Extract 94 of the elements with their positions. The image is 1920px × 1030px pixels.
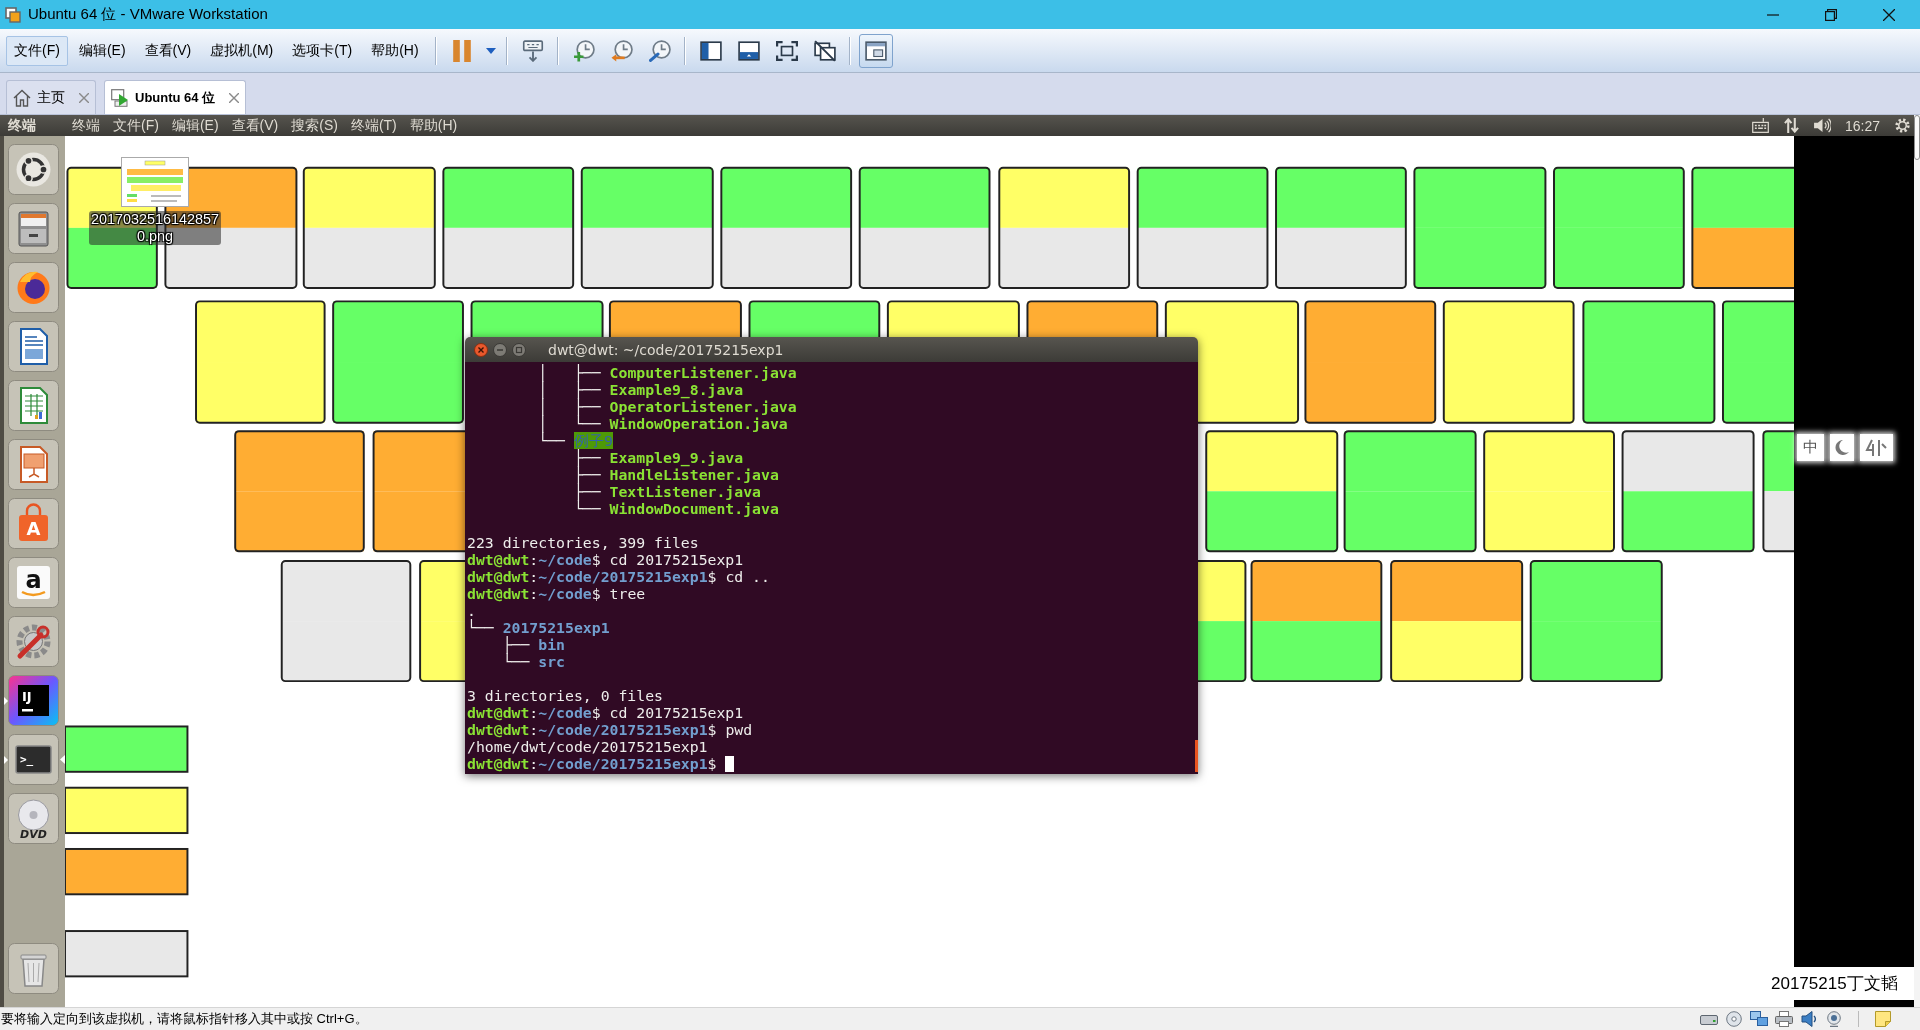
- terminal-title: dwt@dwt: ~/code/20175215exp1: [548, 341, 784, 358]
- terminal-line: dwt@dwt:~/code/20175215exp1$ cd ..: [467, 568, 770, 585]
- scrollbar-thumb[interactable]: [1914, 115, 1920, 160]
- close-icon: [229, 92, 240, 103]
- symbol-icon[interactable]: [1860, 434, 1893, 461]
- up-down-arrows-icon[interactable]: [1782, 118, 1800, 133]
- close-tab-button[interactable]: [79, 92, 89, 103]
- spreadsheet-icon[interactable]: [8, 380, 59, 431]
- speaker-icon[interactable]: [1800, 1011, 1818, 1027]
- fullscreen-icon: [775, 39, 798, 62]
- app-name: 终端: [8, 116, 36, 135]
- close-tab-button[interactable]: [229, 92, 240, 103]
- webcam-icon[interactable]: [1825, 1011, 1843, 1027]
- scrollbar-thumb[interactable]: [1195, 740, 1198, 772]
- circle-logo-icon[interactable]: [8, 144, 59, 195]
- terminal-line: ├── TextListener.java: [573, 483, 761, 500]
- terminal-line: └── WindowDocument.java: [573, 500, 779, 517]
- terminal-line: │ ├── ComputerListener.java: [538, 364, 797, 381]
- name-label: 20175215丁文韬: [1768, 967, 1914, 1000]
- close-icon: [79, 92, 89, 103]
- restore-icon: [1825, 8, 1837, 21]
- moon-icon[interactable]: [1830, 434, 1854, 461]
- menu-item[interactable]: 帮助(H): [409, 116, 458, 135]
- image-thumbnail[interactable]: [121, 157, 189, 207]
- minimize-icon[interactable]: [493, 342, 507, 357]
- status-message: 要将输入定向到该虚拟机，请将鼠标指针移入其中或按 Ctrl+G。: [1, 1010, 368, 1028]
- menu-item[interactable]: 查看(V): [136, 35, 200, 66]
- caret-icon: [485, 47, 496, 54]
- tab[interactable]: Ubuntu 64 位: [104, 80, 247, 114]
- menu-item[interactable]: 文件(F): [6, 35, 68, 66]
- terminal-line: 223 directories, 399 files: [467, 534, 699, 551]
- terminal-line: │ └── WindowOperation.java: [538, 415, 788, 432]
- bottom-panel-icon: [737, 39, 760, 62]
- terminal-line: dwt@dwt:~/code/20175215exp1$: [467, 755, 717, 772]
- keyboard-icon[interactable]: [1751, 118, 1769, 133]
- terminal-line: ├── HandleListener.java: [573, 466, 779, 483]
- terminal-line: │ ├── OperatorListener.java: [538, 398, 797, 415]
- gear-icon[interactable]: [1894, 118, 1911, 133]
- drawer-icon[interactable]: [8, 203, 59, 254]
- input-mode-button[interactable]: 中: [1797, 434, 1824, 461]
- terminal-line: dwt@dwt:~/code/20175215exp1$ pwd: [467, 721, 753, 738]
- document-icon[interactable]: [8, 321, 59, 372]
- menu-item[interactable]: 帮助(H): [363, 35, 427, 66]
- terminal-icon[interactable]: >_: [8, 734, 59, 785]
- terminal-line: ├── Example9_9.java: [573, 449, 744, 466]
- home-icon: [13, 88, 31, 107]
- window-title: Ubuntu 64 位 - VMware Workstation: [28, 5, 268, 24]
- terminal-line: /home/dwt/code/20175215exp1: [467, 738, 708, 755]
- disc-icon[interactable]: [1725, 1011, 1743, 1027]
- volume-icon[interactable]: [1813, 118, 1831, 133]
- menu-item[interactable]: 编辑(E): [70, 35, 134, 66]
- trash-can-icon[interactable]: [8, 943, 59, 994]
- overlapping-squares-icon: [5, 6, 21, 23]
- terminal-line: dwt@dwt:~/code$ cd 20175215exp1: [467, 704, 744, 721]
- clock-plus-icon: [572, 39, 595, 62]
- letter-a-icon[interactable]: a: [8, 557, 59, 608]
- left-panel-icon: [699, 39, 722, 62]
- ij-letters-icon[interactable]: IJ: [8, 675, 59, 726]
- window-layout-icon: [864, 39, 887, 62]
- wrench-gear-icon[interactable]: [8, 616, 59, 667]
- presentation-icon[interactable]: [8, 439, 59, 490]
- console-view-button[interactable]: [858, 33, 893, 68]
- network-icon[interactable]: [1750, 1011, 1768, 1027]
- terminal-line: └── 20175215exp1: [467, 619, 610, 636]
- menu-item[interactable]: 选项卡(T): [284, 35, 361, 66]
- menu-item[interactable]: 终端(T): [350, 116, 397, 135]
- keyboard-arrow-icon: [521, 39, 544, 62]
- crossed-windows-icon: [813, 39, 836, 62]
- clock[interactable]: 16:27: [1844, 117, 1880, 134]
- menu-item[interactable]: 文件(F): [113, 116, 159, 135]
- close-icon[interactable]: [474, 342, 488, 357]
- maximize-icon[interactable]: [512, 342, 526, 357]
- menu-item[interactable]: 编辑(E): [171, 116, 219, 135]
- menu-item[interactable]: 查看(V): [231, 116, 279, 135]
- tab[interactable]: 主页: [6, 80, 96, 114]
- terminal-line: dwt@dwt:~/code$ cd 20175215exp1: [467, 551, 744, 568]
- clock-wrench-icon: [648, 39, 671, 62]
- terminal-line: 3 directories, 0 files: [467, 687, 663, 704]
- terminal-line: ├── bin: [502, 636, 565, 653]
- terminal-line: │ ├── Example9_8.java: [538, 381, 744, 398]
- terminal-line: dwt@dwt:~/code$ tree: [467, 585, 646, 602]
- menu-item[interactable]: 虚拟机(M): [202, 35, 282, 66]
- close-icon: [1883, 8, 1895, 21]
- note-icon[interactable]: [1874, 1011, 1892, 1027]
- monitor-play-icon: [111, 88, 129, 107]
- terminal-line: .: [467, 602, 476, 619]
- globe-icon[interactable]: [8, 262, 59, 313]
- pause-icon: [450, 39, 473, 62]
- printer-icon[interactable]: [1775, 1011, 1793, 1027]
- minimize-icon: [1767, 13, 1779, 16]
- file-name-label[interactable]: 20170325161428570.png: [89, 211, 221, 245]
- terminal-line: └── src: [502, 653, 565, 670]
- menu-item[interactable]: 搜索(S): [291, 116, 338, 135]
- menu-item[interactable]: 终端: [72, 116, 100, 135]
